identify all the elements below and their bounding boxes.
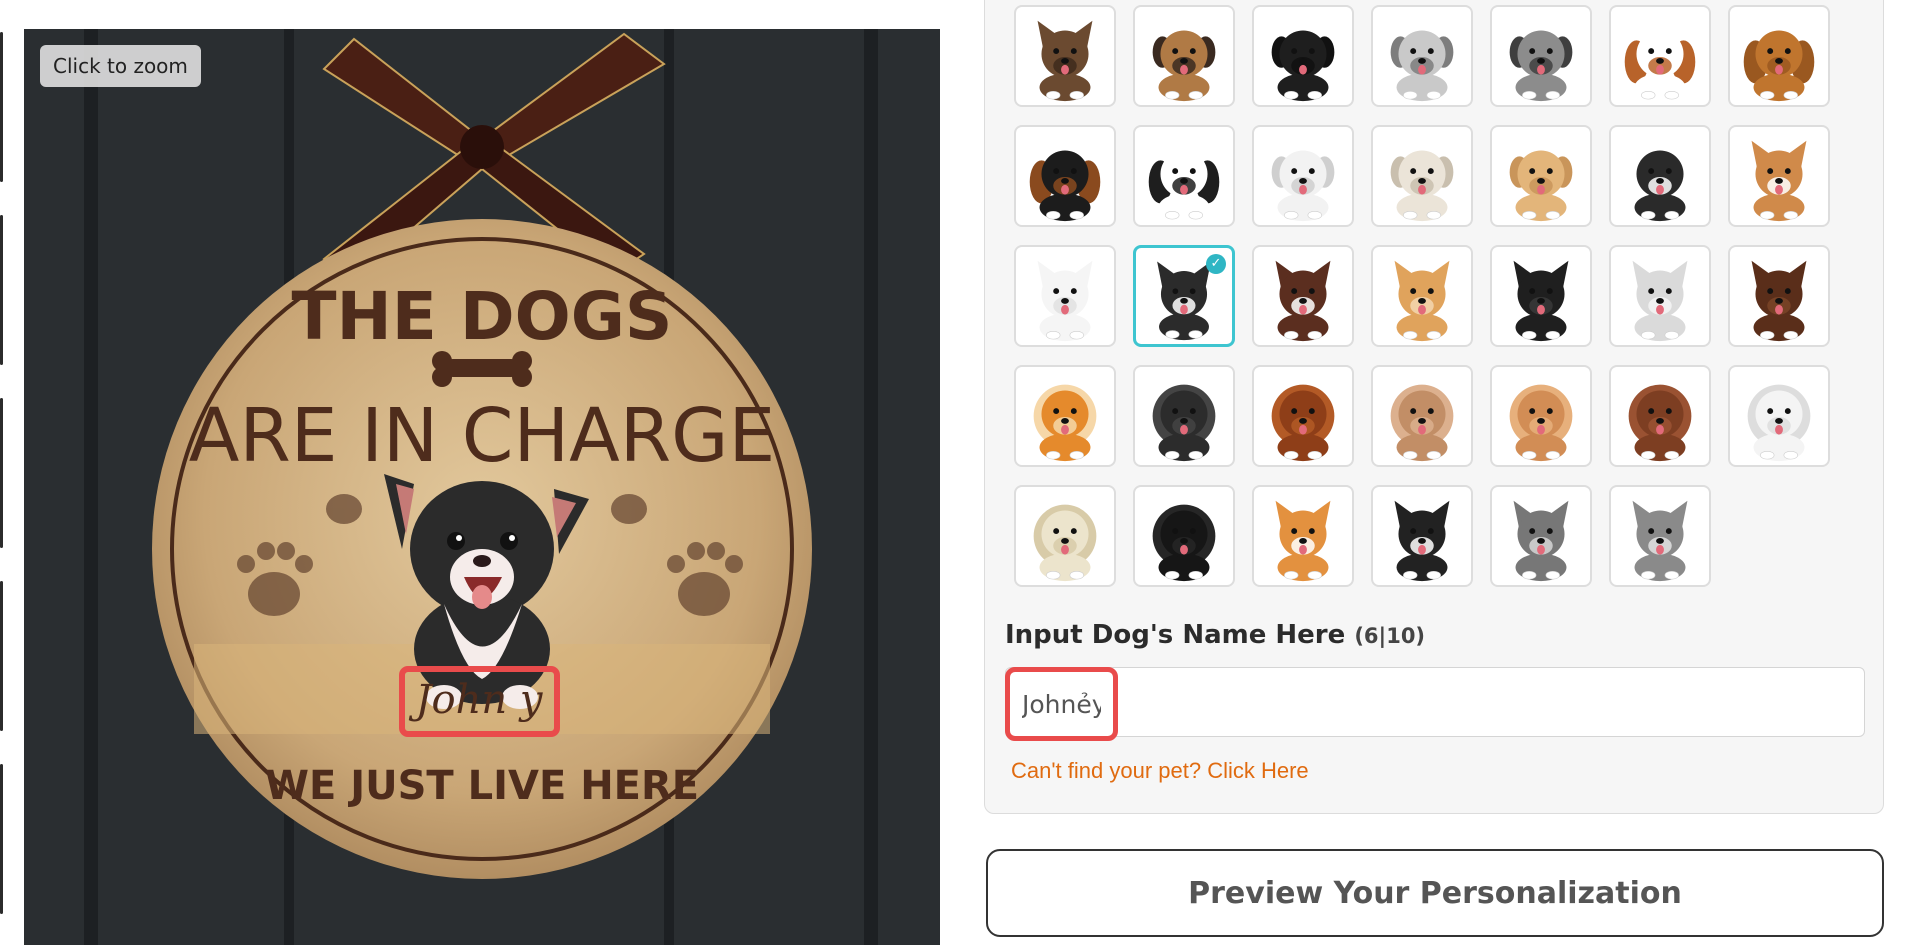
breed-option-tile[interactable] — [1609, 5, 1711, 107]
breed-option-tile[interactable] — [1490, 365, 1592, 467]
dog-portrait-icon — [1509, 30, 1573, 102]
character-counter: (6|10) — [1354, 624, 1426, 648]
sign-title-line2: ARE IN CHARGE — [189, 393, 775, 479]
dog-portrait-icon — [1390, 384, 1454, 462]
breed-option-tile[interactable] — [1490, 245, 1592, 347]
sign-title-line1: THE DOGS — [292, 278, 673, 355]
breed-option-tile[interactable] — [1133, 125, 1235, 227]
dog-portrait-icon — [1152, 30, 1216, 102]
dog-portrait-icon — [1271, 384, 1335, 462]
dog-name-input-container[interactable] — [1005, 667, 1865, 737]
breed-option-grid: ✓ — [1014, 5, 1830, 587]
breed-option-tile[interactable] — [1133, 5, 1235, 107]
dog-portrait-icon — [1751, 140, 1807, 222]
dog-portrait-icon — [1394, 260, 1450, 342]
dog-portrait-icon — [1751, 260, 1807, 342]
dog-portrait-icon — [1628, 150, 1692, 222]
thumbnail-edge[interactable] — [0, 398, 3, 548]
dog-portrait-icon — [1632, 500, 1688, 582]
breed-option-tile[interactable] — [1133, 485, 1235, 587]
dog-portrait-icon — [1390, 30, 1454, 102]
cant-find-pet-link[interactable]: Can't find your pet? Click Here — [1011, 758, 1309, 784]
dog-portrait-icon — [1509, 150, 1573, 222]
breed-option-tile[interactable] — [1014, 365, 1116, 467]
dog-portrait-icon — [1037, 260, 1093, 342]
breed-option-tile[interactable] — [1252, 365, 1354, 467]
dog-portrait-icon — [1271, 150, 1335, 222]
breed-option-tile[interactable] — [1252, 245, 1354, 347]
dog-portrait-icon — [1509, 384, 1573, 462]
breed-option-tile[interactable]: ✓ — [1133, 245, 1235, 347]
breed-option-tile[interactable] — [1014, 125, 1116, 227]
dog-portrait-icon — [1152, 504, 1216, 582]
dog-portrait-icon — [1743, 30, 1815, 102]
dog-portrait-icon — [1037, 20, 1093, 102]
breed-option-tile[interactable] — [1490, 5, 1592, 107]
click-to-zoom-hint[interactable]: Click to zoom — [40, 45, 201, 87]
thumbnail-edge[interactable] — [0, 764, 3, 914]
dog-portrait-icon — [1628, 384, 1692, 462]
breed-option-tile[interactable] — [1609, 125, 1711, 227]
thumbnail-edge[interactable] — [0, 32, 3, 182]
dog-portrait-icon — [1747, 384, 1811, 462]
dog-portrait-icon — [1390, 150, 1454, 222]
dog-portrait-icon — [1624, 30, 1696, 102]
dog-portrait-icon — [1271, 30, 1335, 102]
dog-name-input[interactable] — [1005, 667, 1118, 741]
dog-name-label: Input Dog's Name Here (6|10) — [1005, 620, 1425, 650]
breed-option-tile[interactable] — [1728, 245, 1830, 347]
dog-name-label-text: Input Dog's Name Here — [1005, 620, 1346, 650]
thumbnail-edge[interactable] — [0, 581, 3, 731]
dog-portrait-icon — [1033, 384, 1097, 462]
breed-option-tile[interactable] — [1014, 245, 1116, 347]
thumbnail-edge[interactable] — [0, 215, 3, 365]
breed-option-tile[interactable] — [1728, 365, 1830, 467]
left-thumbnail-rail — [0, 0, 4, 948]
breed-option-tile[interactable] — [1728, 125, 1830, 227]
sign-footer: WE JUST LIVE HERE — [265, 763, 699, 809]
breed-option-tile[interactable] — [1371, 365, 1473, 467]
breed-option-tile[interactable] — [1609, 485, 1711, 587]
breed-option-tile[interactable] — [1252, 5, 1354, 107]
dog-portrait-icon — [1513, 260, 1569, 342]
breed-option-tile[interactable] — [1371, 485, 1473, 587]
dog-portrait-icon — [1148, 150, 1220, 222]
breed-option-tile[interactable] — [1490, 125, 1592, 227]
breed-option-tile[interactable] — [1014, 485, 1116, 587]
breed-option-tile[interactable] — [1371, 245, 1473, 347]
breed-option-tile[interactable] — [1728, 5, 1830, 107]
dog-portrait-icon — [1275, 500, 1331, 582]
dog-portrait-icon — [1513, 500, 1569, 582]
sign-pet-name: John y — [409, 677, 544, 723]
breed-option-tile[interactable] — [1133, 365, 1235, 467]
breed-option-tile[interactable] — [1014, 5, 1116, 107]
dog-portrait-icon — [1152, 384, 1216, 462]
dog-portrait-icon — [1033, 504, 1097, 582]
preview-personalization-button[interactable]: Preview Your Personalization — [986, 849, 1884, 937]
dog-portrait-icon — [1632, 260, 1688, 342]
dog-portrait-icon — [1275, 260, 1331, 342]
breed-option-tile[interactable] — [1371, 125, 1473, 227]
dog-portrait-icon — [1394, 500, 1450, 582]
breed-option-tile[interactable] — [1490, 485, 1592, 587]
breed-option-tile[interactable] — [1252, 125, 1354, 227]
dog-portrait-icon — [1029, 150, 1101, 222]
breed-option-tile[interactable] — [1609, 245, 1711, 347]
selected-check-icon: ✓ — [1206, 254, 1226, 274]
breed-option-tile[interactable] — [1609, 365, 1711, 467]
breed-option-tile[interactable] — [1252, 485, 1354, 587]
product-image[interactable]: THE DOGS ARE IN CHARGE John y WE JUST LI… — [24, 29, 940, 945]
breed-option-tile[interactable] — [1371, 5, 1473, 107]
door-sign-illustration: THE DOGS ARE IN CHARGE John y WE JUST LI… — [24, 29, 940, 945]
